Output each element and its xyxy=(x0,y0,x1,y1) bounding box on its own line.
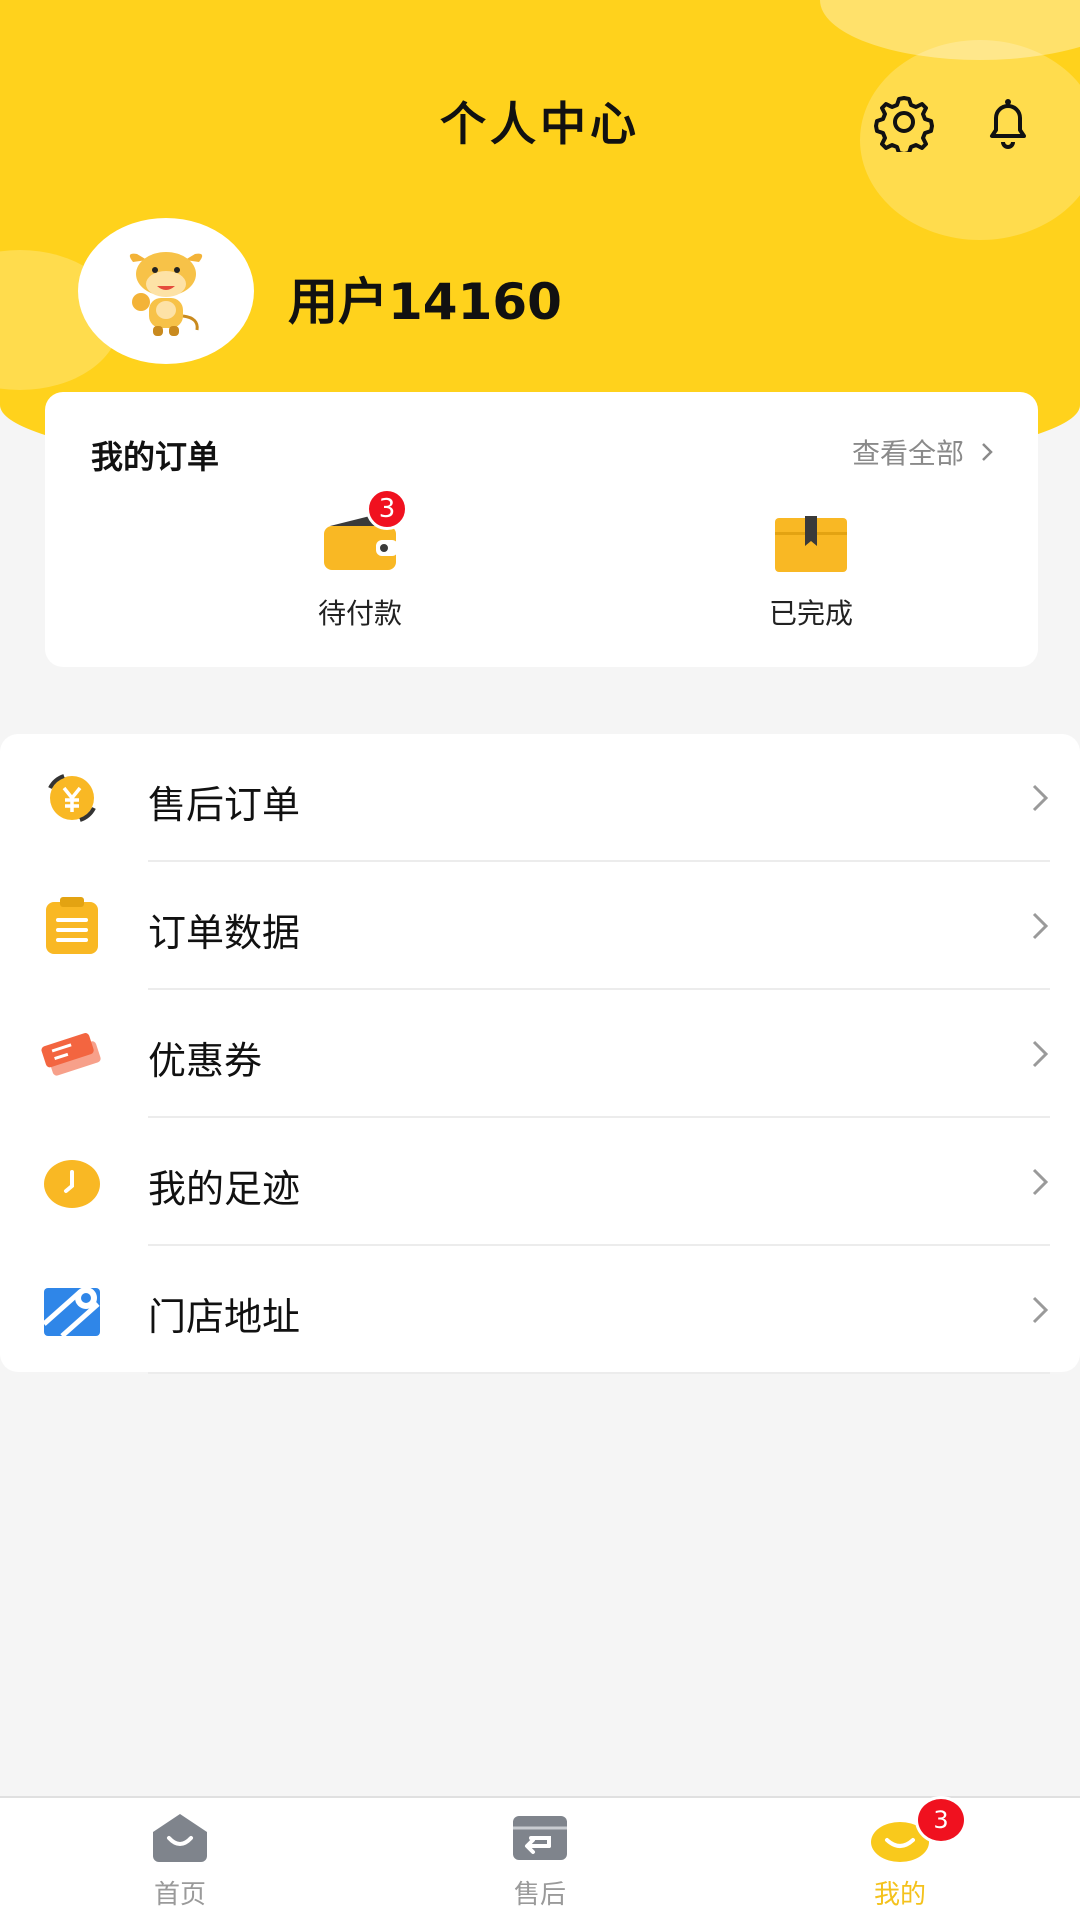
view-all-label: 查看全部 xyxy=(851,437,964,470)
tab-mine-label: 我的 xyxy=(873,1880,926,1910)
divider xyxy=(148,1372,1050,1374)
cow-mascot-icon xyxy=(129,252,203,336)
chevron-right-icon xyxy=(982,443,993,461)
chevron-right-icon xyxy=(1032,1168,1049,1196)
tab-after-sales[interactable]: 售后 xyxy=(460,1812,620,1911)
home-icon xyxy=(153,1814,207,1862)
yen-refresh-icon xyxy=(48,774,96,822)
bell-icon[interactable] xyxy=(978,92,1038,152)
return-icon xyxy=(513,1816,567,1860)
tab-home[interactable]: 首页 xyxy=(100,1812,260,1911)
gear-icon[interactable] xyxy=(874,92,934,152)
menu-label-order-data: 订单数据 xyxy=(148,911,301,955)
username: 用户14160 xyxy=(288,273,562,331)
tab-home-label: 首页 xyxy=(153,1880,206,1910)
menu-label-my-footprints: 我的足迹 xyxy=(148,1167,301,1211)
menu-list: 售后订单 订单数据 优惠券 我的足迹 门店地址 xyxy=(0,734,1080,1374)
order-completed-label: 已完成 xyxy=(768,597,853,630)
view-all-orders-link[interactable]: 查看全部 xyxy=(852,432,994,472)
chevron-right-icon xyxy=(1032,1040,1049,1068)
clipboard-icon xyxy=(46,897,98,954)
coupon-icon xyxy=(41,1033,101,1076)
menu-item-my-footprints[interactable]: 我的足迹 xyxy=(0,1118,1080,1246)
clock-icon xyxy=(44,1160,100,1208)
chevron-right-icon xyxy=(1032,784,1049,812)
menu-label-after-sales-orders: 售后订单 xyxy=(148,783,301,827)
menu-label-coupons: 优惠券 xyxy=(148,1039,263,1083)
order-completed[interactable]: 已完成 xyxy=(711,512,911,632)
chevron-right-icon xyxy=(1032,912,1049,940)
map-pin-icon xyxy=(42,1287,100,1338)
menu-item-coupons[interactable]: 优惠券 xyxy=(0,990,1080,1118)
pending-payment-badge: 3 xyxy=(366,488,408,530)
box-icon xyxy=(775,516,847,572)
orders-title: 我的订单 xyxy=(91,438,220,476)
menu-label-store-address: 门店地址 xyxy=(148,1295,301,1339)
order-pending-payment[interactable]: 3 待付款 xyxy=(260,488,460,632)
menu-item-order-data[interactable]: 订单数据 xyxy=(0,862,1080,990)
tab-mine-badge: 3 xyxy=(915,1796,967,1844)
tab-after-sales-label: 售后 xyxy=(513,1880,566,1910)
menu-item-store-address[interactable]: 门店地址 xyxy=(0,1246,1080,1374)
tab-mine[interactable]: 3 我的 xyxy=(820,1796,980,1911)
avatar[interactable] xyxy=(78,218,254,364)
order-pending-payment-label: 待付款 xyxy=(317,597,402,630)
bottom-tab-bar: 首页 售后 3 我的 xyxy=(0,1796,1080,1920)
chevron-right-icon xyxy=(1032,1296,1049,1324)
menu-item-after-sales-orders[interactable]: 售后订单 xyxy=(0,734,1080,862)
my-orders-card: 我的订单 查看全部 3 待付款 已完成 xyxy=(45,392,1038,667)
